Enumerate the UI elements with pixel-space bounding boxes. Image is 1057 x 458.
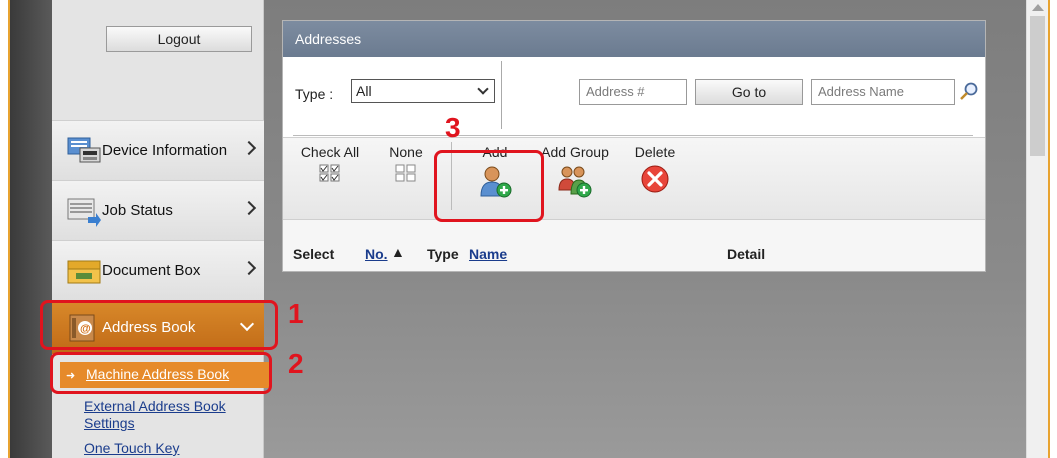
delete-label: Delete	[634, 144, 676, 160]
vertical-scrollbar[interactable]	[1026, 0, 1048, 458]
sidebar-item-label: Device Information	[102, 142, 228, 159]
sidebar-item-device-information[interactable]: Device Information	[52, 120, 264, 180]
check-all-button[interactable]: Check All	[293, 144, 367, 182]
panel-title: Addresses	[283, 21, 985, 57]
addresses-panel: Addresses Type : All Address # Go to Add…	[282, 20, 986, 272]
column-type: Type	[427, 246, 459, 262]
column-select: Select	[293, 246, 335, 262]
uncheck-all-icon	[395, 164, 416, 182]
address-number-input[interactable]: Address #	[579, 79, 687, 105]
delete-icon	[641, 165, 669, 193]
sidebar-item-job-status[interactable]: Job Status	[52, 180, 264, 240]
sidebar-subitem-one-touch-key[interactable]: One Touch Key	[84, 440, 179, 457]
chevron-right-icon	[241, 260, 257, 276]
type-select[interactable]: All	[351, 79, 495, 103]
divider	[293, 135, 973, 136]
filter-row: Type : All Address # Go to Address Name	[283, 57, 985, 137]
add-group-button[interactable]: Add Group	[535, 144, 615, 198]
delete-button[interactable]: Delete	[627, 144, 683, 194]
type-select-value: All	[356, 83, 372, 99]
list-header: Select No. ▲ Type Name Detail	[283, 219, 985, 271]
callout-number: 2	[288, 348, 304, 379]
none-label: None	[389, 144, 423, 160]
sidebar-item-document-box[interactable]: Document Box	[52, 240, 264, 300]
sidebar-item-label: Document Box	[102, 262, 201, 279]
callout-highlight-add-button	[434, 150, 544, 222]
divider	[501, 61, 502, 129]
chevron-down-icon	[477, 83, 489, 95]
callout-highlight-machine-address-book	[50, 352, 272, 394]
callout-highlight-address-book	[40, 300, 278, 350]
column-detail: Detail	[727, 246, 766, 262]
column-name[interactable]: Name	[469, 246, 507, 262]
sort-ascending-icon: ▲	[391, 244, 405, 260]
go-to-button[interactable]: Go to	[695, 79, 803, 105]
callout-number: 1	[288, 298, 304, 329]
chevron-right-icon	[241, 200, 257, 216]
add-group-label: Add Group	[541, 144, 609, 160]
callout-number: 3	[445, 112, 461, 143]
none-button[interactable]: None	[381, 144, 431, 182]
scroll-up-arrow-icon[interactable]	[1032, 4, 1044, 11]
action-bar: Check All None Add Add Group Delete	[283, 137, 985, 219]
check-all-label: Check All	[300, 144, 360, 160]
logout-button[interactable]: Logout	[106, 26, 252, 52]
chevron-right-icon	[241, 140, 257, 156]
scroll-thumb[interactable]	[1030, 16, 1045, 156]
document-box-icon	[66, 255, 102, 287]
device-info-icon	[66, 135, 102, 167]
sidebar-subitem-external-address-book-settings[interactable]: External Address Book Settings	[84, 398, 254, 432]
address-name-input[interactable]: Address Name	[811, 79, 955, 105]
left-strip	[10, 0, 52, 458]
job-status-icon	[66, 195, 102, 227]
search-icon[interactable]	[959, 81, 979, 101]
add-group-icon	[558, 166, 592, 198]
sidebar-item-label: Job Status	[102, 202, 173, 219]
column-no[interactable]: No.	[365, 246, 388, 262]
check-all-icon	[319, 164, 340, 182]
type-label: Type :	[295, 86, 334, 102]
